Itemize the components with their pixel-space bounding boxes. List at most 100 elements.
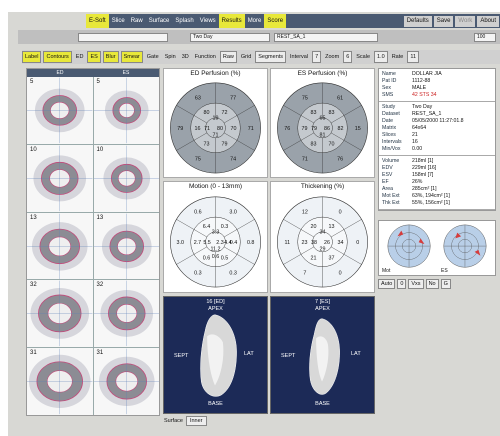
info-value: 21 [412, 132, 418, 138]
slice-cell[interactable]: 10 [93, 144, 159, 212]
es-toggle[interactable]: ES [87, 51, 101, 63]
function-select[interactable]: Raw [219, 51, 237, 63]
no-button[interactable]: No [425, 279, 439, 289]
segment-value: 34 [338, 240, 344, 246]
value-field[interactable]: 0 [397, 279, 407, 289]
menu-more[interactable]: More [245, 14, 265, 28]
mini-polar-panel[interactable]: Mot ES [378, 220, 496, 276]
about-button[interactable]: About [477, 15, 499, 27]
threed-toggle[interactable]: 3D [180, 52, 191, 62]
segment-value: 34 [320, 229, 326, 235]
slice-image [93, 213, 159, 279]
surface-bar: Surface Inner [164, 416, 207, 426]
menu-esoft[interactable]: E-Soft [86, 14, 109, 28]
save-button[interactable]: Save [433, 15, 454, 27]
segment-value: 0 [339, 209, 342, 215]
slice-cell[interactable]: 13 [27, 212, 93, 280]
slice-image [93, 77, 159, 144]
slice-cell[interactable]: 5 [27, 77, 93, 144]
vxs-button[interactable]: Vxs [408, 279, 424, 289]
grid-select[interactable]: Segments [255, 51, 287, 63]
slice-cell[interactable]: 32 [27, 280, 93, 348]
info-key: EDV [382, 165, 393, 171]
zoom-select[interactable]: 6 [343, 51, 353, 63]
menu-results[interactable]: Results [218, 14, 245, 28]
segment-value: 0.8 [247, 240, 254, 246]
menu-raw[interactable]: Raw [128, 14, 146, 28]
slice-cell[interactable]: 31 [27, 348, 93, 415]
es-surface-view[interactable]: 7 [ES] APEX SEPT LAT BASE [270, 296, 375, 414]
rate-select[interactable]: 11 [407, 51, 420, 63]
segment-value: 11 [285, 240, 291, 246]
segment-value: 0.3 [194, 270, 201, 276]
ed-apex-label: APEX [208, 306, 223, 312]
slice-panel-header: ED ES [27, 69, 159, 77]
blur-toggle[interactable]: Blur [102, 51, 119, 63]
surface-select[interactable]: Inner [185, 416, 207, 426]
motion-map[interactable]: Motion (0 - 13mm) 3.0 0.8 0.3 0.3 3.0 0.6 0.3 0… [163, 181, 268, 293]
rate-label: Rate [391, 54, 404, 60]
ed-toggle[interactable]: ED [74, 52, 86, 62]
info-value: DOLLAR JIA [412, 71, 442, 77]
label-toggle[interactable]: Label [22, 51, 42, 63]
info-value: 55%, 156cm² [1] [412, 200, 450, 206]
corner-field: 100 [474, 33, 496, 42]
slice-cell[interactable]: 13 [93, 212, 159, 280]
ed-lat-label: LAT [244, 351, 254, 357]
es-perfusion-plot: 61157671767583827083798386817965 [277, 82, 368, 174]
es-perfusion-map[interactable]: ES Perfusion (%) 61 15 76 71 76 75 83 82 70 83 79 8… [270, 68, 375, 178]
gate-toggle[interactable]: Gate [145, 52, 161, 62]
menu-surface[interactable]: Surface [146, 14, 173, 28]
info-value: 1112-88 [412, 78, 431, 84]
info-key: Intervals [382, 139, 402, 145]
segment-value: 71 [248, 126, 254, 132]
info-key: Study [382, 104, 396, 110]
menu-splash[interactable]: Splash [172, 14, 196, 28]
info-row: Slices 21 [382, 132, 492, 139]
segment-value: 73 [203, 141, 209, 147]
dataset-field[interactable]: REST_SA_1 [274, 33, 378, 42]
segment-value: 0.3 [229, 270, 236, 276]
info-value: 16 [412, 139, 418, 145]
info-row: Mot Ext 63%, 194cm² [1] [382, 193, 492, 200]
info-key: Area [382, 186, 393, 192]
spin-toggle[interactable]: Spin [163, 52, 178, 62]
thickening-map[interactable]: Thickening (%) 0 0 0 7 11 12 13 34 37 21 23 20 26 29 3… [270, 181, 375, 293]
grid-label: Grid [240, 54, 252, 60]
menu-score[interactable]: Score [264, 14, 287, 28]
segment-value: 19 [213, 115, 219, 121]
slice-cell[interactable]: 10 [27, 144, 93, 212]
segment-value: 3.0 [177, 240, 184, 246]
segment-value: 81 [320, 132, 326, 138]
slice-cell[interactable]: 5 [93, 77, 159, 144]
study-field[interactable]: Two Day [190, 33, 270, 42]
defaults-button[interactable]: Defaults [403, 15, 432, 27]
work-button[interactable]: Work [455, 15, 476, 27]
g-button[interactable]: G [440, 279, 451, 289]
mini-polar-plot [387, 224, 487, 268]
segment-value: 74 [230, 156, 236, 162]
ed-surface-view[interactable]: 16 [ED] APEX SEPT LAT BASE [163, 296, 268, 414]
menu-slice[interactable]: Slice [109, 14, 128, 28]
info-row: Study Two Day [382, 104, 492, 111]
info-row: Date 05/05/2000 11:27:01.8 [382, 118, 492, 125]
scale-select[interactable]: 1.0 [374, 51, 388, 63]
auto-button[interactable]: Auto [378, 279, 396, 289]
contours-toggle[interactable]: Contours [43, 51, 72, 63]
patient-field[interactable] [78, 33, 168, 42]
slice-cell[interactable]: 32 [93, 280, 159, 348]
ed-base-label: BASE [208, 401, 223, 407]
zoom-label: Zoom [325, 54, 340, 60]
segment-value: 2.3 [216, 240, 223, 246]
segment-value: 6.4 [203, 224, 210, 230]
slice-cell[interactable]: 31 [93, 348, 159, 415]
smear-toggle[interactable]: Smear [120, 51, 143, 63]
info-key: Dataset [382, 111, 400, 117]
interval-select[interactable]: 7 [312, 51, 322, 63]
info-panel: Name DOLLAR JIA Pat ID 1112-88 Sex MALE SMS 42 … [378, 68, 496, 211]
ed-perfusion-map[interactable]: ED Perfusion (%) 77 71 74 75 79 63 72 70 79 73 16 8… [163, 68, 268, 178]
results-info: Volume 218ml [1] EDV 229ml [16] ESV 158ml [7]… [379, 156, 495, 210]
menu-views[interactable]: Views [197, 14, 219, 28]
slice-image [27, 145, 93, 211]
info-row: Min/Vox 0.00 [382, 146, 492, 153]
